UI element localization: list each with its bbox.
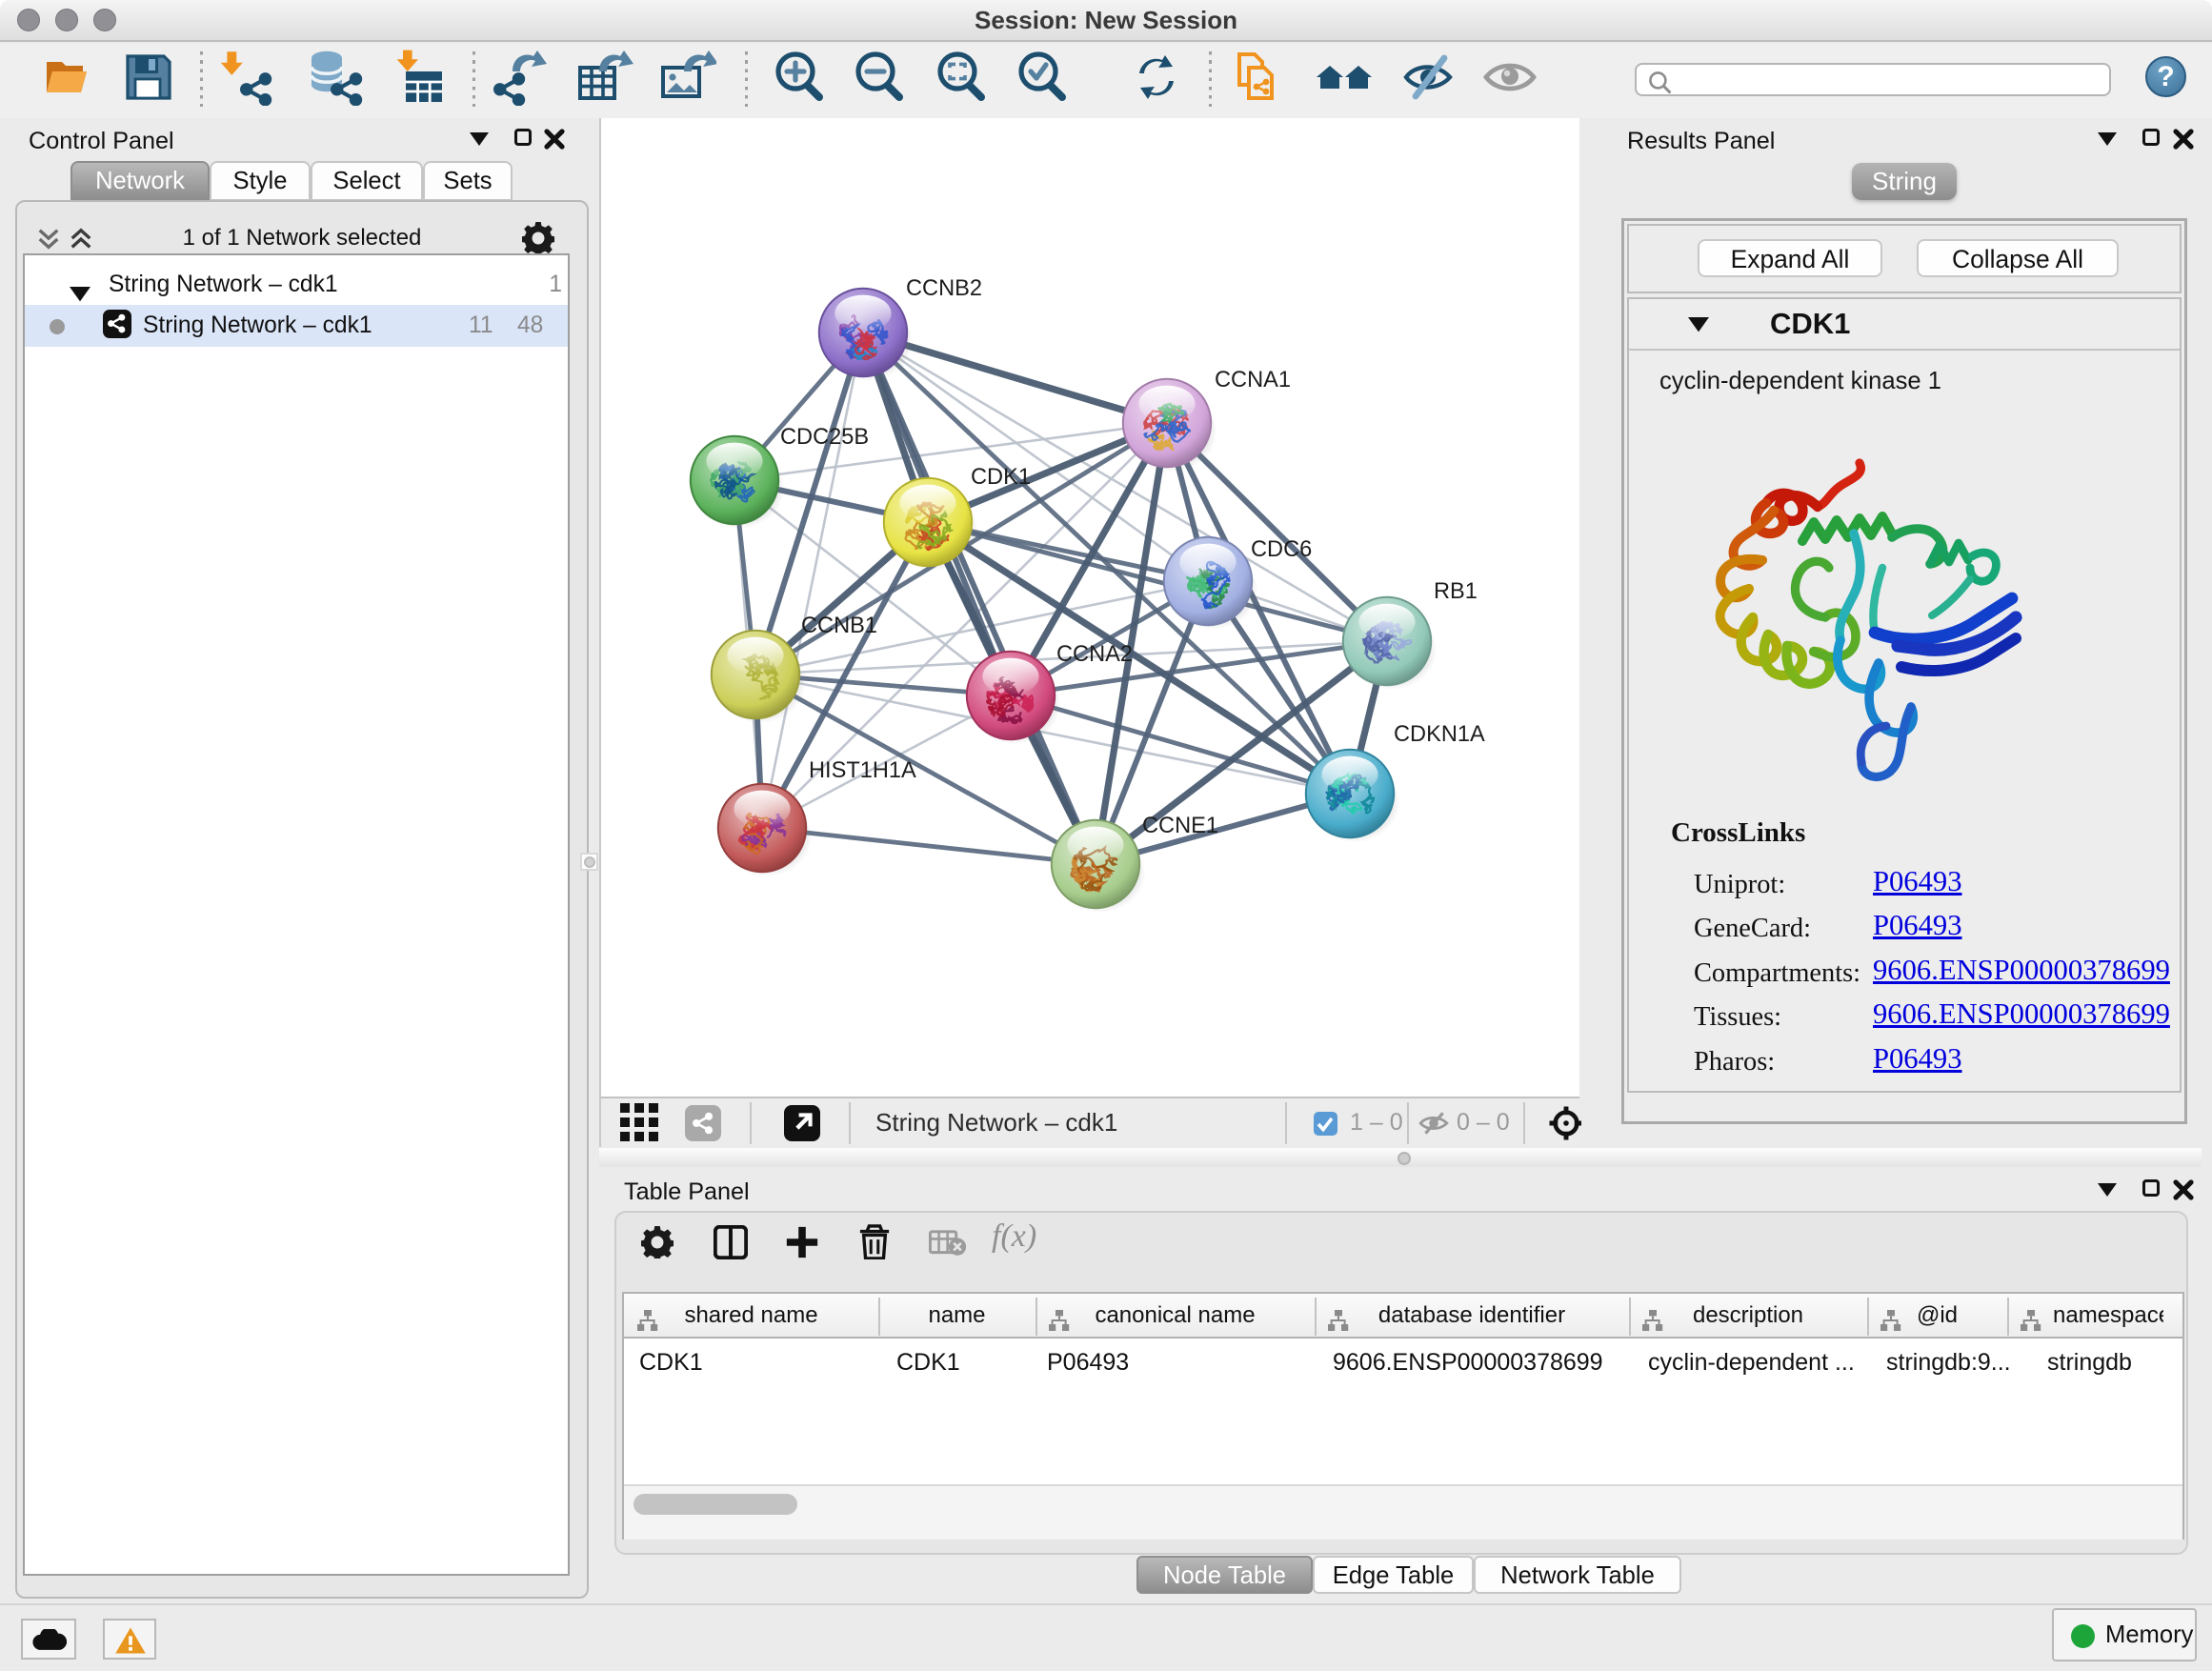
svg-text:HIST1H1A: HIST1H1A bbox=[809, 758, 916, 783]
svg-text:CCNB1: CCNB1 bbox=[801, 614, 877, 638]
svg-text:CDC25B: CDC25B bbox=[780, 425, 869, 450]
svg-text:CCNA2: CCNA2 bbox=[1056, 642, 1133, 667]
svg-text:RB1: RB1 bbox=[1434, 579, 1478, 604]
svg-text:CCNB2: CCNB2 bbox=[906, 276, 982, 301]
svg-text:CDK1: CDK1 bbox=[971, 465, 1031, 490]
svg-text:CCNE1: CCNE1 bbox=[1142, 814, 1218, 838]
svg-text:CCNA1: CCNA1 bbox=[1215, 368, 1291, 393]
svg-text:CDC6: CDC6 bbox=[1251, 537, 1312, 562]
svg-text:CDKN1A: CDKN1A bbox=[1394, 722, 1485, 747]
